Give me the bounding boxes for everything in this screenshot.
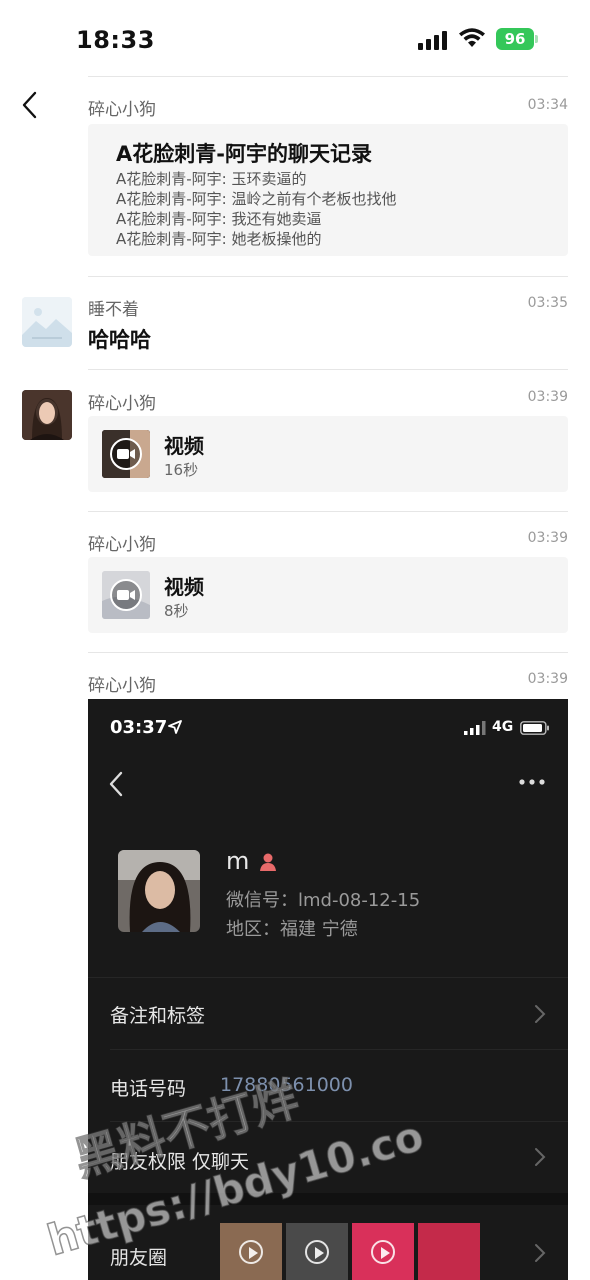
divider (88, 652, 568, 653)
portrait-avatar-icon (22, 390, 72, 440)
chat-record-line: A花脸刺青-阿宇: 玉环卖逼的 (116, 170, 307, 188)
divider (88, 369, 568, 370)
video-camera-icon (102, 430, 150, 478)
divider (110, 1049, 568, 1050)
moments-label[interactable]: 朋友圈 (110, 1243, 167, 1270)
play-icon (305, 1240, 329, 1264)
friend-permission-value: 仅聊天 (192, 1151, 250, 1173)
profile-avatar[interactable] (118, 850, 200, 932)
status-bar: 18:33 96 (0, 0, 590, 76)
landscape-avatar-icon (22, 297, 72, 347)
play-icon (371, 1240, 395, 1264)
divider (88, 511, 568, 512)
video-duration: 8秒 (164, 602, 189, 620)
video-message-card[interactable]: 视频 8秒 (88, 557, 568, 633)
divider (88, 977, 568, 978)
sender-name: 碎心小狗 (88, 535, 156, 555)
battery-icon (520, 721, 549, 735)
image-message-screenshot[interactable]: 03:37 4G m 微信号：lmd-08-12-15 地区：福建 宁德 备注和… (88, 699, 568, 1280)
moments-thumbnail[interactable] (418, 1223, 480, 1280)
video-duration: 16秒 (164, 461, 199, 479)
wechat-id: 微信号：lmd-08-12-15 (226, 890, 421, 911)
wifi-icon (459, 28, 485, 47)
female-user-icon (260, 853, 276, 871)
battery-cap (535, 35, 538, 43)
chat-record-line: A花脸刺青-阿宇: 她老板操他的 (116, 230, 322, 248)
location-arrow-icon (168, 720, 182, 734)
divider (88, 76, 568, 77)
sender-name: 碎心小狗 (88, 394, 156, 414)
profile-region: 地区：福建 宁德 (226, 919, 358, 940)
chat-record-title: A花脸刺青-阿宇的聊天记录 (116, 142, 372, 166)
status-time: 18:33 (76, 26, 155, 54)
video-thumbnail (102, 430, 150, 478)
moments-thumbnail[interactable] (286, 1223, 348, 1280)
chevron-left-icon[interactable] (18, 90, 42, 120)
phone-number[interactable]: 17880561000 (220, 1074, 353, 1096)
message-time: 03:39 (527, 671, 568, 687)
sender-name: 碎心小狗 (88, 100, 156, 120)
battery-level: 96 (496, 28, 534, 50)
video-camera-icon (102, 571, 150, 619)
network-type: 4G (492, 719, 514, 735)
sender-name: 睡不着 (88, 300, 139, 320)
phone-label: 电话号码 (110, 1078, 187, 1100)
divider (110, 1121, 568, 1122)
message-time: 03:35 (527, 295, 568, 311)
message-time: 03:39 (527, 389, 568, 405)
avatar[interactable] (22, 390, 72, 440)
video-thumbnail (102, 571, 150, 619)
sender-name: 碎心小狗 (88, 676, 156, 696)
moments-thumbnail[interactable] (352, 1223, 414, 1280)
section-separator (88, 1193, 568, 1205)
chat-record-line: A花脸刺青-阿宇: 我还有她卖逼 (116, 210, 322, 228)
avatar[interactable] (22, 297, 72, 347)
moments-thumbnail[interactable] (220, 1223, 282, 1280)
profile-name: m (226, 847, 250, 875)
play-icon (239, 1240, 263, 1264)
remark-tags-label[interactable]: 备注和标签 (110, 1001, 205, 1028)
chevron-right-icon (535, 1148, 546, 1166)
chevron-right-icon (535, 1005, 546, 1023)
video-message-card[interactable]: 视频 16秒 (88, 416, 568, 492)
message-time: 03:34 (527, 97, 568, 113)
cellular-signal-icon (464, 721, 486, 735)
divider (88, 276, 568, 277)
chat-record-line: A花脸刺青-阿宇: 温岭之前有个老板也找他 (116, 190, 397, 208)
cellular-signal-icon (418, 31, 447, 50)
chat-record-card[interactable]: A花脸刺青-阿宇的聊天记录 A花脸刺青-阿宇: 玉环卖逼的 A花脸刺青-阿宇: … (88, 124, 568, 256)
chevron-left-icon[interactable] (108, 771, 124, 797)
portrait-avatar-icon (118, 850, 200, 932)
video-label: 视频 (164, 575, 204, 599)
battery-indicator: 96 (496, 28, 538, 50)
message-time: 03:39 (527, 530, 568, 546)
text-message[interactable]: 哈哈哈 (88, 324, 151, 354)
more-icon[interactable] (518, 777, 546, 787)
friend-permission-label[interactable]: 朋友权限 (110, 1147, 186, 1174)
chevron-right-icon (535, 1244, 546, 1262)
embedded-status-time: 03:37 (110, 717, 168, 738)
video-label: 视频 (164, 434, 204, 458)
